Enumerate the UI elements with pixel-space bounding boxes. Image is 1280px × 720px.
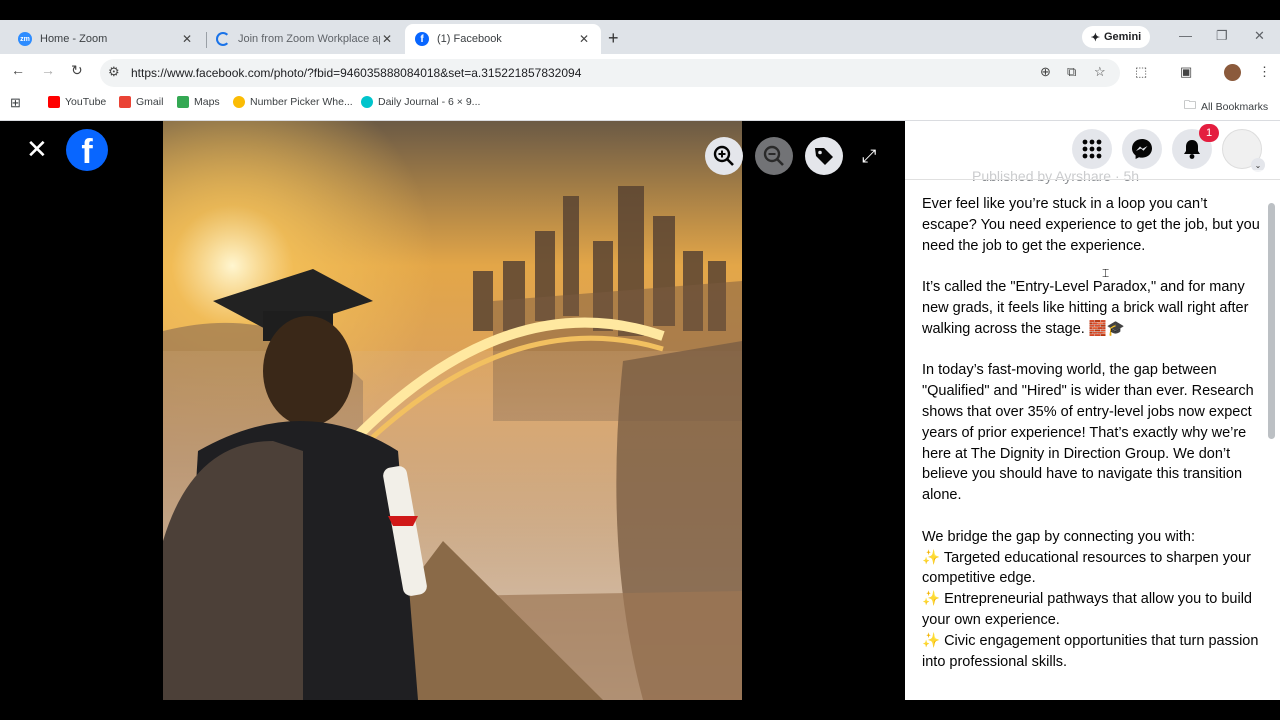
apps-grid-icon[interactable]: ⊞ [10,95,21,111]
gmail-icon [119,96,131,108]
bookmark-label: Daily Journal - 6 × 9... [378,96,481,108]
mouse-cursor-icon: ⌶ [1102,266,1110,280]
tab-facebook[interactable]: f (1) Facebook ✕ [405,24,601,54]
gemini-label: Gemini [1103,31,1142,43]
bottom-black-bar [0,700,1280,720]
window-close-icon[interactable]: ✕ [1254,28,1265,44]
loading-icon [216,32,230,46]
bookmark-label: All Bookmarks [1201,100,1269,113]
facebook-logo[interactable]: f [66,129,108,171]
zoom-icon: zm [18,32,32,46]
maps-icon [177,96,189,108]
post-paragraph: Ever feel like you’re stuck in a loop yo… [922,196,1260,254]
close-tab-icon[interactable]: ✕ [180,32,194,46]
bookmark-maps[interactable]: Maps [177,96,220,108]
post-paragraph: In today’s fast-moving world, the gap be… [922,362,1254,504]
post-photo[interactable] [163,121,742,700]
bookmark-star-icon[interactable]: ☆ [1094,64,1106,80]
site-info-icon[interactable]: ⚙ [108,64,120,80]
profile-avatar[interactable] [1224,64,1241,81]
new-tab-button[interactable]: + [608,28,619,49]
bookmark-label: YouTube [65,96,107,108]
post-paragraph: It’s called the "Entry-Level Paradox," a… [922,279,1249,337]
graduate-bridge-illustration [163,121,742,700]
list-item: ✨ Entrepreneurial pathways that allow yo… [922,591,1252,628]
tab-zoom-join[interactable]: Join from Zoom Workplace app ✕ [206,24,404,54]
close-viewer-icon[interactable]: ✕ [26,136,48,162]
all-bookmarks[interactable]: 🗀 All Bookmarks [1184,96,1268,117]
minimize-icon[interactable]: — [1179,28,1192,43]
zoom-out-icon [763,145,784,166]
facebook-logo-letter: f [81,133,93,171]
bookmark-label: Number Picker Whe... [250,96,353,108]
gemini-icon: ✦ [1090,31,1100,44]
facebook-icon: f [415,32,429,46]
close-tab-icon[interactable]: ✕ [380,32,394,46]
tab-search-icon[interactable]: ▣ [1180,64,1192,80]
zoom-out-button[interactable] [755,137,793,175]
notification-badge: 1 [1199,124,1219,142]
list-item: ✨ Targeted educational resources to shar… [922,549,1251,587]
forward-icon[interactable]: → [41,62,55,78]
youtube-icon [48,96,60,108]
bookmark-youtube[interactable]: YouTube [48,96,106,108]
menu-kebab-icon[interactable]: ⋮ [1258,64,1271,80]
grid-menu-icon [1082,139,1102,159]
fullscreen-icon[interactable]: ⤢ [862,146,876,167]
zoom-in-icon [713,145,734,166]
extensions-icon[interactable]: ⬚ [1135,64,1147,80]
header-divider [905,179,1280,180]
list-intro: We bridge the gap by connecting you with… [922,528,1195,545]
post-text: Ever feel like you’re stuck in a loop yo… [922,194,1264,672]
tab-title: Home - Zoom [40,33,108,45]
messenger-button[interactable] [1122,129,1162,169]
tab-title: Join from Zoom Workplace app [238,33,380,45]
install-app-icon[interactable]: ⧉ [1067,64,1076,80]
bell-icon [1184,140,1200,159]
tag-photo-button[interactable] [805,137,843,175]
bookmark-number-picker[interactable]: Number Picker Whe... [233,96,353,108]
back-icon[interactable]: ← [11,62,25,78]
canva-icon [361,96,373,108]
tab-title: (1) Facebook [437,33,502,45]
list-item: ✨ Civic engagement opportunities that tu… [922,632,1259,670]
reload-icon[interactable]: ↻ [71,62,83,79]
top-black-bar [0,0,1280,20]
bookmark-label: Maps [194,96,220,108]
url-text[interactable]: https://www.facebook.com/photo/?fbid=946… [131,66,581,80]
bookmark-daily-journal[interactable]: Daily Journal - 6 × 9... [361,96,480,108]
restore-icon[interactable]: ❐ [1216,28,1228,44]
zoom-magnifier-icon[interactable]: ⊕ [1040,64,1051,80]
close-tab-icon[interactable]: ✕ [577,32,591,46]
messenger-icon [1132,139,1152,159]
tab-zoom-home[interactable]: zm Home - Zoom ✕ [8,24,204,54]
menu-button[interactable] [1072,129,1112,169]
folder-icon: 🗀 [1184,98,1197,112]
zoom-in-button[interactable] [705,137,743,175]
panel-scrollbar[interactable] [1268,203,1275,439]
tag-icon [815,148,833,165]
bookmark-gmail[interactable]: Gmail [119,96,163,108]
bookmark-label: Gmail [136,96,164,108]
wheel-icon [233,96,245,108]
gemini-button[interactable]: ✦ Gemini [1082,26,1150,48]
